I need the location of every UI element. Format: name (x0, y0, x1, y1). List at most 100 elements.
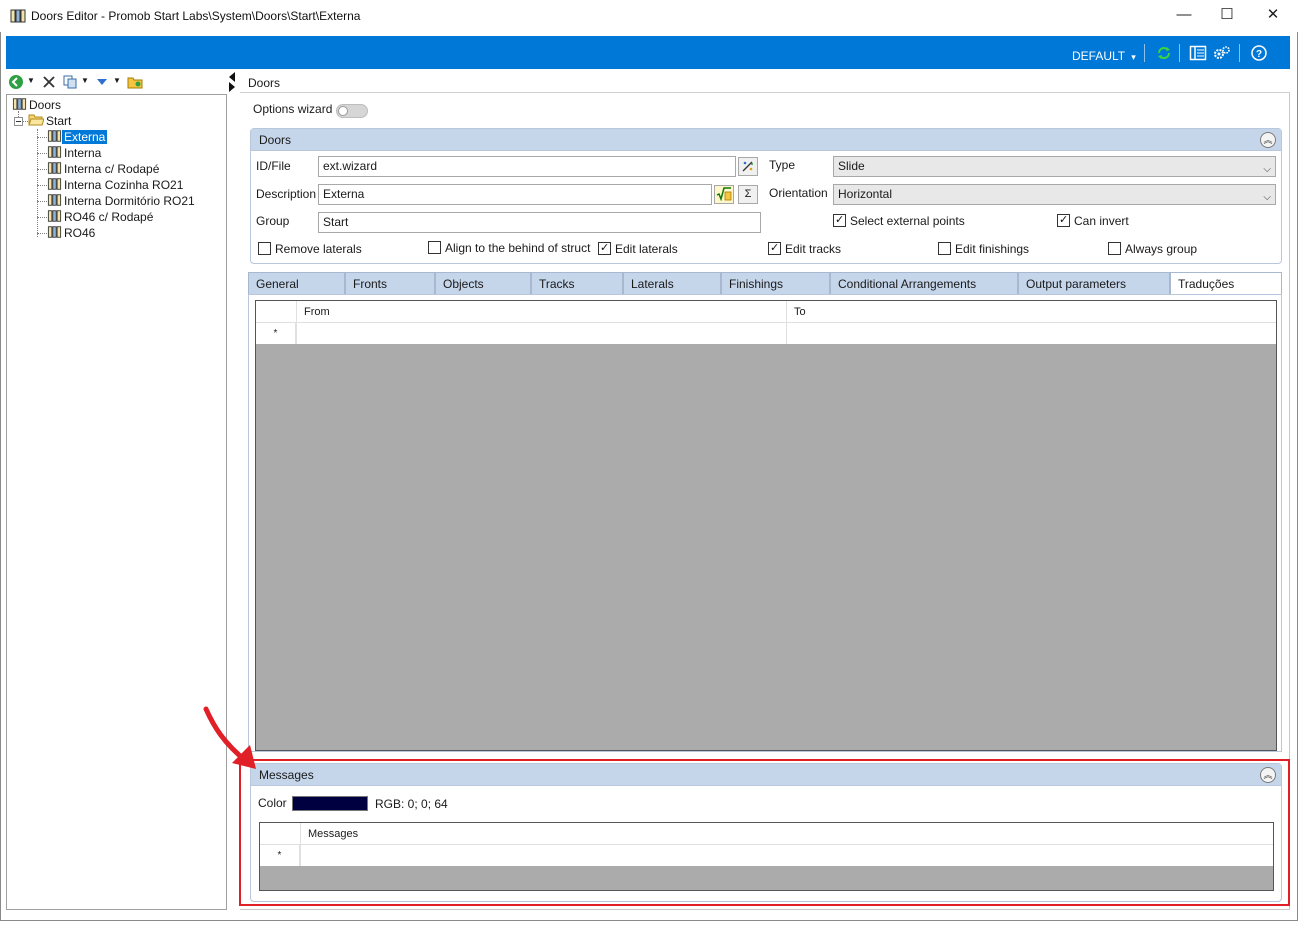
type-value: Slide (838, 159, 865, 173)
tree-node-label: Interna Cozinha RO21 (64, 178, 184, 192)
tab-traducoes[interactable]: Traduções (1170, 272, 1282, 295)
add-green-icon[interactable] (8, 74, 24, 90)
delete-icon[interactable] (41, 74, 57, 90)
tab-laterals[interactable]: Laterals (623, 272, 721, 294)
chevron-down-icon: ⌵ (1263, 164, 1271, 175)
maximize-button[interactable]: ☐ (1207, 0, 1247, 30)
tree-node-label: RO46 (64, 226, 96, 240)
tab-finishings[interactable]: Finishings (721, 272, 830, 294)
ribbon-separator (1179, 44, 1180, 62)
layout-panel-icon[interactable] (1189, 45, 1207, 61)
checkbox-label: Always group (1125, 242, 1198, 256)
remove-laterals-checkbox[interactable]: Remove laterals (258, 242, 362, 256)
id-file-label: ID/File (256, 159, 291, 173)
type-label: Type (769, 158, 796, 172)
expand-right-arrow-icon[interactable] (229, 82, 235, 92)
move-down-icon[interactable] (94, 74, 110, 90)
tree-item-interna-rodape[interactable]: Interna c/ Rodapé (47, 161, 161, 177)
collapse-left-arrow-icon[interactable] (229, 72, 235, 82)
description-label: Description (256, 187, 317, 201)
doors-icon (47, 130, 62, 142)
copy-icon[interactable] (62, 74, 78, 90)
orientation-select[interactable]: Horizontal ⌵ (833, 184, 1276, 205)
chevron-down-icon: ⌵ (1263, 192, 1271, 203)
align-behind-struct-checkbox[interactable]: Align to the behind of struct (428, 241, 590, 255)
checkbox-box (1108, 242, 1121, 255)
to-cell[interactable] (786, 323, 1276, 344)
collapse-up-icon[interactable]: ︽ (1260, 132, 1276, 148)
tree-connector (37, 153, 47, 154)
edit-finishings-checkbox[interactable]: Edit finishings (938, 242, 1029, 256)
always-group-checkbox[interactable]: Always group (1108, 242, 1197, 256)
toggle-knob (338, 106, 348, 116)
collapse-toggle[interactable] (14, 117, 23, 126)
tab-tracks[interactable]: Tracks (531, 272, 623, 294)
tree-node-label: Interna Dormitório RO21 (64, 194, 195, 208)
pick-file-button[interactable] (738, 157, 758, 176)
open-folder-icon[interactable] (127, 74, 143, 90)
column-header-from[interactable]: From (296, 301, 786, 323)
help-icon[interactable]: ? (1250, 45, 1268, 61)
settings-gears-icon[interactable] (1213, 45, 1231, 61)
tree-node-label: Interna c/ Rodapé (64, 162, 160, 176)
tab-objects[interactable]: Objects (435, 272, 531, 294)
pick-file-icon (742, 161, 753, 172)
ribbon-separator (1144, 44, 1145, 62)
chevron-down-icon[interactable]: ▼ (27, 76, 35, 85)
ribbon-bar: DEFAULT ▾ ? (6, 36, 1290, 69)
refresh-icon[interactable] (1155, 45, 1173, 61)
divider (240, 92, 1290, 93)
checkbox-box (258, 242, 271, 255)
close-button[interactable]: ✕ (1253, 0, 1293, 30)
tree-node-root[interactable]: Doors (12, 97, 63, 113)
group-field[interactable]: Start (318, 212, 761, 233)
options-wizard-label: Options wizard (253, 102, 333, 116)
tab-general[interactable]: General (248, 272, 345, 294)
select-external-points-checkbox[interactable]: Select external points (833, 213, 965, 228)
chevron-down-icon[interactable]: ▼ (113, 76, 121, 85)
tree-item-interna-dormitorio[interactable]: Interna Dormitório RO21 (47, 193, 197, 209)
checkbox-label: Edit laterals (615, 242, 678, 256)
tree-node-start[interactable]: Start (28, 113, 73, 129)
from-cell[interactable] (296, 323, 786, 344)
tree-item-ro46[interactable]: RO46 (47, 225, 97, 241)
tree-item-interna-cozinha[interactable]: Interna Cozinha RO21 (47, 177, 185, 193)
checkbox-label: Edit tracks (785, 242, 842, 256)
column-header-to[interactable]: To (786, 301, 1276, 323)
translations-grid: From To * (255, 300, 1277, 751)
tree-toolbar: ▼ ▼ ▼ (6, 72, 226, 92)
edit-tracks-checkbox[interactable]: Edit tracks (768, 241, 842, 256)
annotation-arrow-icon (203, 706, 256, 769)
minimize-button[interactable]: — (1164, 0, 1204, 30)
type-select[interactable]: Slide ⌵ (833, 156, 1276, 177)
profile-dropdown[interactable]: DEFAULT ▾ (1072, 49, 1136, 63)
group-label: Group (256, 214, 290, 228)
formula-button[interactable] (714, 185, 734, 204)
edit-laterals-checkbox[interactable]: Edit laterals (598, 241, 678, 256)
new-row[interactable]: * (256, 323, 1276, 344)
tree-connector (37, 137, 47, 138)
tree-item-ro46-rodape[interactable]: RO46 c/ Rodapé (47, 209, 155, 225)
can-invert-checkbox[interactable]: Can invert (1057, 213, 1129, 228)
tree-item-interna[interactable]: Interna (47, 145, 103, 161)
tree-node-label: Doors (29, 98, 62, 112)
doors-group-header: Doors ︽ (251, 129, 1281, 151)
description-field[interactable]: Externa (318, 184, 712, 205)
tree-connector (37, 169, 47, 170)
options-wizard-toggle[interactable] (336, 104, 368, 118)
tree-item-externa[interactable]: Externa (47, 129, 108, 145)
highlight-box (239, 759, 1290, 906)
chevron-down-icon[interactable]: ▼ (81, 76, 89, 85)
chevron-down-icon: ▾ (1131, 52, 1136, 62)
orientation-label: Orientation (769, 186, 828, 200)
id-file-field[interactable]: ext.wizard (318, 156, 736, 177)
window-title: Doors Editor - Promob Start Labs\System\… (31, 9, 361, 23)
checkbox-label: Select external points (850, 214, 965, 228)
breadcrumb: Doors (248, 76, 281, 90)
tab-output-parameters[interactable]: Output parameters (1018, 272, 1170, 294)
tree-connector (37, 217, 47, 218)
doors-icon (47, 178, 62, 190)
sum-button[interactable]: Σ (738, 185, 758, 204)
tab-conditional-arrangements[interactable]: Conditional Arrangements (830, 272, 1018, 294)
tab-fronts[interactable]: Fronts (345, 272, 435, 294)
